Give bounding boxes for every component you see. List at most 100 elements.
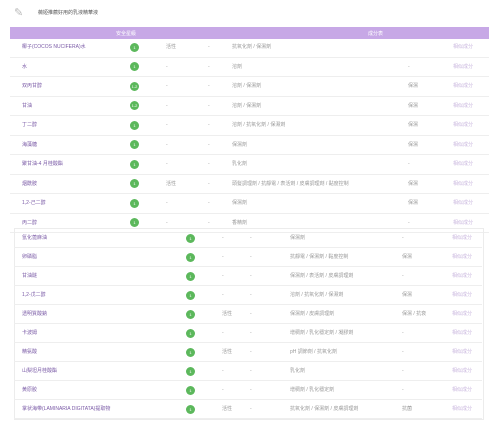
ingredient-name[interactable]: 丁二醇 bbox=[22, 122, 37, 128]
table-row: 卡波姆 1 - - 增稠劑 / 乳化穩定劑 / 凝膠劑 - 相似成分 bbox=[14, 324, 482, 344]
usage-purpose: 抗氧化劑 / 保濕劑 / 皮膚調理劑 bbox=[290, 406, 359, 412]
ingredient-name[interactable]: 1,2-己二醇 bbox=[22, 200, 46, 206]
active-label: - bbox=[166, 200, 168, 206]
active-label: - bbox=[222, 292, 224, 298]
ingredient-name[interactable]: 山梨坦月桂酸酯 bbox=[22, 368, 57, 374]
similar-ingredients-link[interactable]: 相似成分 bbox=[452, 330, 472, 336]
acne-risk: - bbox=[208, 180, 210, 187]
acne-risk: - bbox=[250, 349, 252, 355]
acne-risk: - bbox=[250, 273, 252, 279]
ingredient-name[interactable]: 聚甘油-4 月桂酸酯 bbox=[22, 161, 63, 167]
usage-purpose: 溶劑 / 保濕劑 bbox=[232, 83, 262, 89]
similar-ingredients-link[interactable]: 相似成分 bbox=[452, 349, 472, 355]
ingredient-name[interactable]: 透明質酸鈉 bbox=[22, 311, 47, 317]
similar-ingredients-link[interactable]: 相似成分 bbox=[453, 220, 473, 226]
ingredient-name[interactable]: 1,2-戊二醇 bbox=[22, 292, 46, 298]
active-label: 活性 bbox=[222, 406, 233, 412]
usage-purpose: 溶劑 / 抗氧化劑 / 保濕劑 bbox=[232, 122, 286, 128]
safety-score-badge: 1 bbox=[186, 366, 195, 376]
similar-ingredients-link[interactable]: 相似成分 bbox=[453, 44, 473, 50]
ingredient-name[interactable]: 甘油 bbox=[22, 103, 32, 109]
similar-ingredients-link[interactable]: 相似成分 bbox=[452, 292, 472, 298]
ingredient-name[interactable]: 黄原胶 bbox=[22, 387, 37, 393]
safety-score-badge: 1 bbox=[130, 140, 139, 149]
ingredient-name[interactable]: 卡波姆 bbox=[22, 330, 37, 336]
similar-ingredients-link[interactable]: 相似成分 bbox=[452, 387, 472, 393]
acne-risk: - bbox=[250, 311, 252, 317]
column-header-safety: 安全星級 bbox=[116, 31, 137, 37]
acne-risk: - bbox=[250, 235, 252, 241]
usage-purpose: 增稠劑 / 乳化穩定劑 / 凝膠劑 bbox=[290, 330, 354, 336]
acne-risk: - bbox=[250, 406, 252, 412]
table-row: 甘油醚 1 - - 保濕劑 / 表活劑 / 皮膚調理劑 - 相似成分 bbox=[14, 267, 482, 287]
ingredient-name[interactable]: 氫化蓖麻油 bbox=[22, 235, 47, 241]
similar-ingredients-link[interactable]: 相似成分 bbox=[452, 368, 472, 374]
characteristic-tag: 保濕 bbox=[408, 200, 419, 206]
ingredient-name[interactable]: 水 bbox=[22, 64, 27, 70]
similar-ingredients-link[interactable]: 相似成分 bbox=[453, 83, 473, 89]
safety-score-badge: 1-2 bbox=[130, 101, 139, 110]
ingredient-name[interactable]: 烟酰胺 bbox=[22, 181, 37, 187]
ingredient-name[interactable]: 卵磷脂 bbox=[22, 254, 37, 260]
characteristic-tag: - bbox=[408, 161, 410, 167]
ingredient-name[interactable]: 丙二醇 bbox=[22, 220, 37, 226]
active-label: - bbox=[166, 63, 168, 70]
similar-ingredients-link[interactable]: 相似成分 bbox=[452, 254, 472, 260]
table-row: 1,2-戊二醇 1 - - 溶劑 / 抗氧化劑 / 保濕劑 保濕 相似成分 bbox=[14, 286, 482, 306]
active-label: - bbox=[222, 235, 224, 241]
ingredient-name[interactable]: 双丙甘醇 bbox=[22, 83, 42, 89]
active-label: 活性 bbox=[166, 44, 177, 50]
usage-purpose: 溶劑 / 保濕劑 bbox=[232, 102, 262, 109]
active-label: - bbox=[166, 83, 168, 89]
safety-score-badge: 1 bbox=[186, 328, 195, 338]
safety-score-badge: 1 bbox=[186, 290, 195, 300]
page-title: 薇婭推薦好用的乳液精華液 bbox=[38, 10, 99, 16]
characteristic-tag: 抗菌 bbox=[402, 406, 413, 412]
active-label: 活性 bbox=[222, 311, 233, 317]
acne-risk: - bbox=[250, 254, 252, 260]
active-label: 活性 bbox=[166, 180, 177, 187]
characteristic-tag: - bbox=[402, 387, 404, 393]
similar-ingredients-link[interactable]: 相似成分 bbox=[452, 311, 472, 317]
similar-ingredients-link[interactable]: 相似成分 bbox=[453, 200, 473, 206]
similar-ingredients-link[interactable]: 相似成分 bbox=[453, 122, 473, 128]
safety-score-badge: 1 bbox=[130, 120, 139, 130]
characteristic-tag: - bbox=[402, 235, 404, 241]
similar-ingredients-link[interactable]: 相似成分 bbox=[453, 64, 473, 70]
table-row: 氫化蓖麻油 1 - - 保濕劑 - 相似成分 bbox=[14, 229, 482, 249]
safety-score-badge: 1 bbox=[130, 179, 139, 188]
table-row: 椰子(COCOS NUCIFERA)水 1 活性 - 抗氧化劑 / 保濕劑 相似成分 bbox=[10, 38, 489, 58]
column-header-ingredients: 成分表 bbox=[368, 31, 384, 37]
ingredient-name[interactable]: 甘油醚 bbox=[22, 273, 37, 279]
table-row: 丁二醇 1 - - 溶劑 / 抗氧化劑 / 保濕劑 保濕 相似成分 bbox=[10, 116, 489, 136]
similar-ingredients-link[interactable]: 相似成分 bbox=[453, 181, 473, 187]
similar-ingredients-link[interactable]: 相似成分 bbox=[453, 103, 473, 109]
safety-score-badge: 1 bbox=[130, 42, 139, 52]
usage-purpose: 乳化劑 bbox=[232, 161, 248, 167]
ingredient-name[interactable]: 精氨酸 bbox=[22, 349, 37, 355]
active-label: 活性 bbox=[222, 349, 233, 355]
similar-ingredients-link[interactable]: 相似成分 bbox=[452, 235, 472, 241]
safety-score-badge: 1 bbox=[186, 252, 195, 262]
usage-purpose: 頭髮調理劑 / 抗靜電 / 表活劑 / 皮膚調理劑 / 黏度控制 bbox=[232, 180, 349, 187]
acne-risk: - bbox=[250, 330, 252, 336]
active-label: - bbox=[222, 273, 224, 279]
ingredient-name[interactable]: 掌状海带(LAMINARIA DIGITATA)提取物 bbox=[22, 406, 110, 412]
similar-ingredients-link[interactable]: 相似成分 bbox=[453, 161, 473, 167]
active-label: - bbox=[166, 102, 168, 109]
characteristic-tag: - bbox=[408, 63, 410, 70]
acne-risk: - bbox=[208, 63, 210, 70]
active-label: - bbox=[222, 254, 224, 260]
similar-ingredients-link[interactable]: 相似成分 bbox=[452, 273, 472, 279]
active-label: - bbox=[166, 161, 168, 167]
ingredient-name[interactable]: 椰子(COCOS NUCIFERA)水 bbox=[22, 44, 86, 50]
similar-ingredients-link[interactable]: 相似成分 bbox=[453, 142, 473, 148]
active-label: - bbox=[166, 122, 168, 128]
ingredient-name[interactable]: 海藻糖 bbox=[22, 142, 37, 148]
characteristic-tag: 保濕 bbox=[408, 122, 419, 128]
similar-ingredients-link[interactable]: 相似成分 bbox=[452, 406, 472, 412]
row-divider bbox=[14, 418, 482, 419]
characteristic-tag: 保濕 bbox=[402, 292, 413, 298]
document-icon: ✎ bbox=[14, 7, 24, 19]
usage-purpose: pH 調節劑 / 抗氧化劑 bbox=[290, 349, 337, 355]
